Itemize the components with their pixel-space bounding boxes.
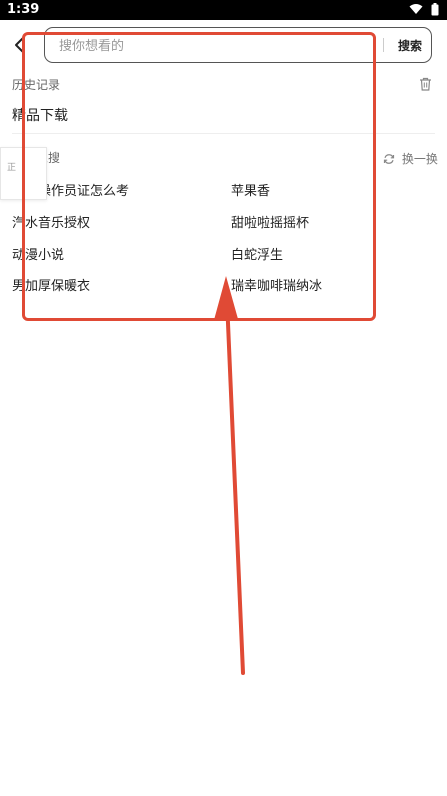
status-time: 1:39 — [7, 2, 40, 17]
history-item[interactable]: 精品下载 — [12, 105, 68, 125]
floating-card[interactable]: 正 — [0, 147, 47, 200]
section-divider — [12, 133, 435, 134]
refresh-button[interactable]: 换一换 — [383, 150, 438, 166]
search-button[interactable]: 搜索 — [389, 32, 431, 58]
wifi-icon — [409, 4, 423, 14]
refresh-icon — [383, 154, 395, 164]
trash-icon[interactable] — [419, 77, 432, 91]
annotation-arrow — [214, 276, 245, 675]
back-arrow-icon[interactable] — [12, 34, 32, 56]
suggest-item[interactable]: 汽水音乐授权 — [12, 212, 90, 231]
history-title: 历史记录 — [12, 78, 61, 92]
suggest-item[interactable]: 瑞幸咖啡瑞纳冰 — [231, 275, 322, 294]
refresh-label: 换一换 — [401, 152, 438, 166]
status-bar: 1:39 — [0, 0, 447, 20]
search-divider — [383, 38, 384, 52]
suggest-item[interactable]: 动漫小说 — [12, 244, 64, 263]
search-box: 搜索 — [44, 27, 432, 63]
suggest-item[interactable]: 男加厚保暖衣 — [12, 275, 90, 294]
status-icons — [406, 3, 439, 22]
suggest-item[interactable]: 白蛇浮生 — [231, 244, 283, 263]
search-input[interactable] — [57, 34, 381, 58]
suggest-item[interactable]: 甜啦啦摇摇杯 — [231, 212, 309, 231]
suggest-item[interactable]: 苹果香 — [231, 180, 270, 199]
floating-card-label: 正 — [7, 163, 17, 173]
battery-icon — [431, 3, 439, 16]
